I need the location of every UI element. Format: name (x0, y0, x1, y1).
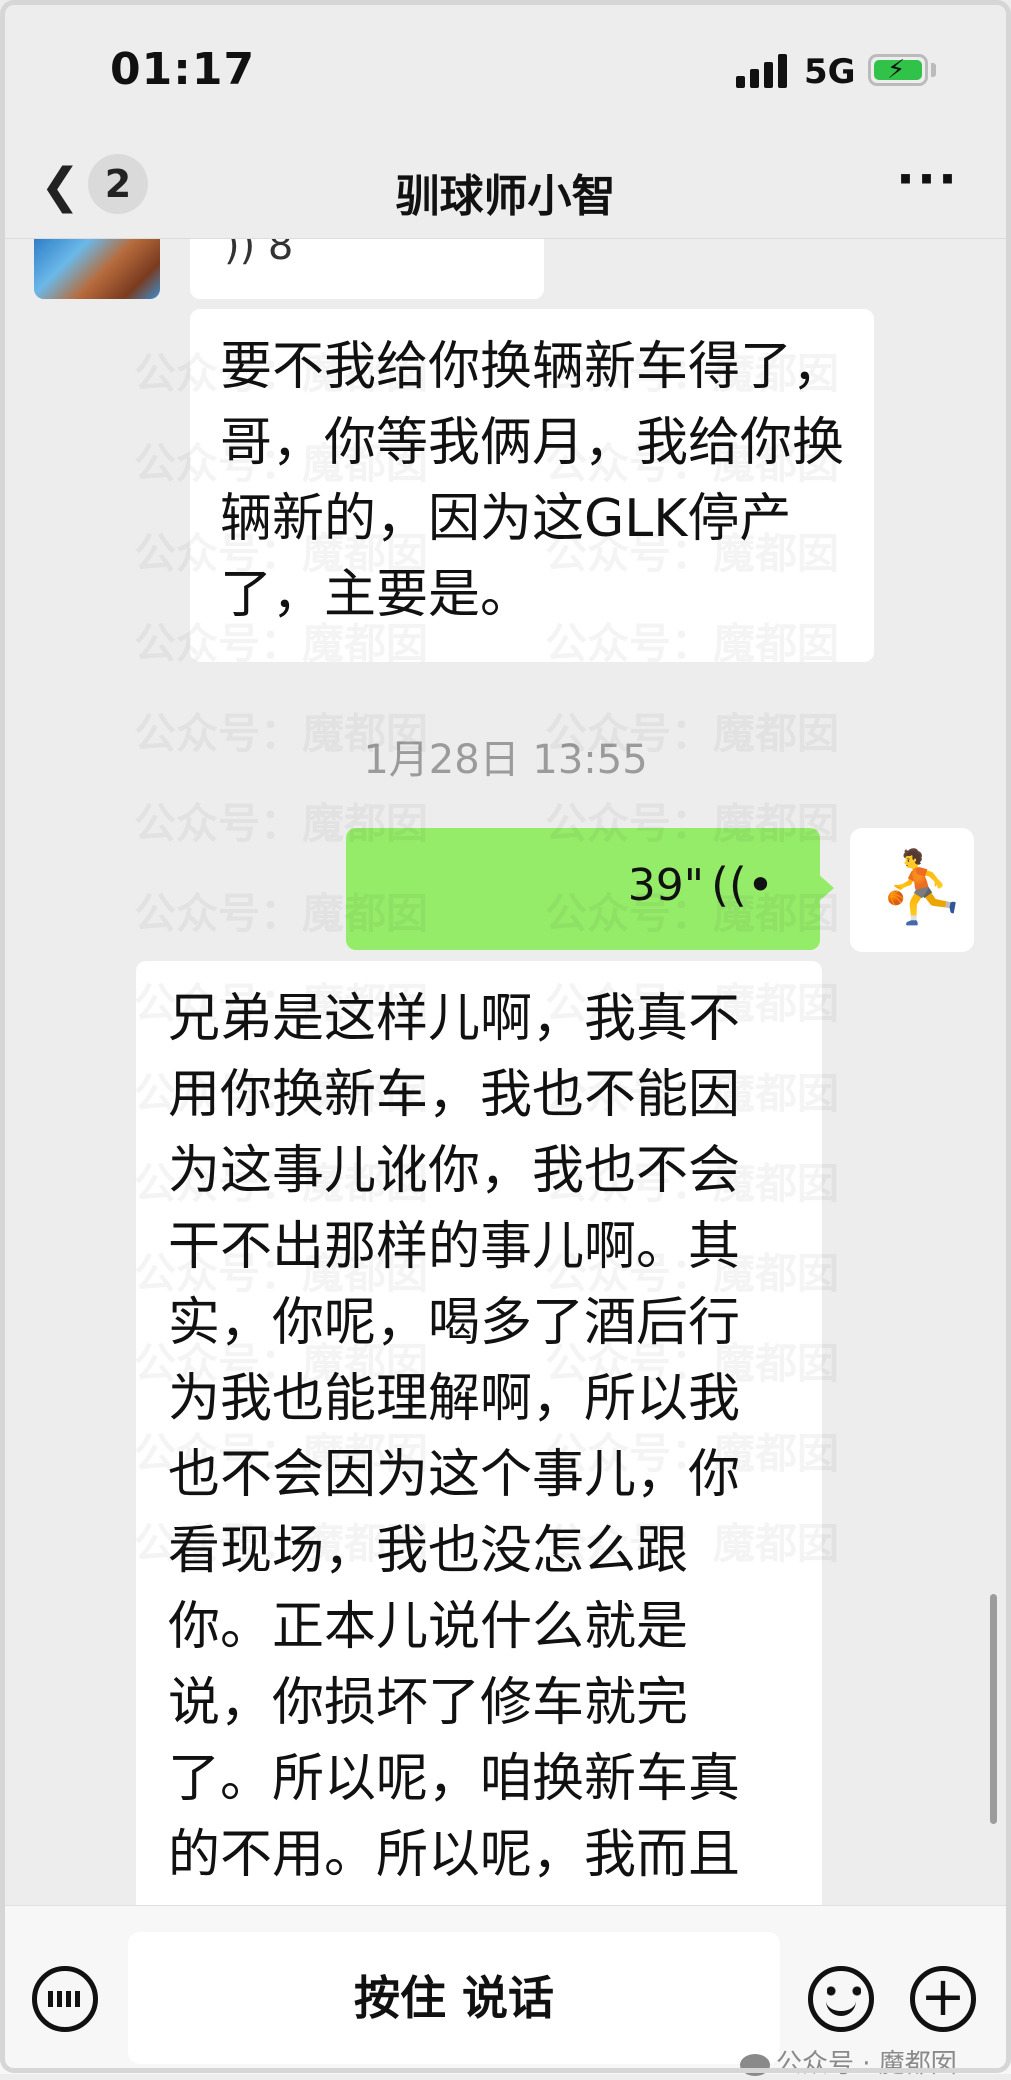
hold-to-talk-button[interactable]: 按住 说话 (128, 1932, 780, 2064)
signal-icon (736, 54, 788, 88)
source-watermark: 公众号 · 魔都囡 (740, 2043, 957, 2080)
wechat-icon (740, 2053, 770, 2076)
scrollbar[interactable] (990, 1594, 997, 1824)
received-message-1[interactable]: 要不我给你换辆新车得了，哥，你等我俩月，我给你换辆新的，因为这GLK停产了，主要… (190, 309, 874, 662)
emoji-icon[interactable] (808, 1966, 874, 2032)
voice-message-bubble-sent[interactable]: 39" ((• (346, 828, 834, 950)
chat-header: ❮ 2 驯球师小智 ··· (0, 140, 1011, 239)
chat-title: 驯球师小智 (395, 171, 616, 222)
network-type: 5G (804, 52, 856, 92)
add-attachment-icon[interactable]: + (910, 1966, 976, 2032)
status-bar: 01:17 5G ⚡ (0, 0, 1011, 140)
voice-duration: 39" (627, 860, 704, 911)
status-time: 01:17 (110, 44, 256, 95)
more-options-icon[interactable]: ··· (896, 150, 959, 208)
my-avatar[interactable]: ⛹ (850, 828, 974, 952)
source-watermark-text: 公众号 · 魔都囡 (776, 2049, 957, 2079)
jumpman-logo-icon: ⛹ (878, 846, 966, 928)
keyboard-toggle-icon[interactable] (32, 1966, 98, 2032)
received-message-2[interactable]: 兄弟是这样儿啊，我真不用你换新车，我也不能因为这事儿讹你，我也不会干不出那样的事… (136, 961, 822, 1905)
message-timestamp: 1月28日 13:55 (363, 737, 648, 783)
battery-tip (931, 63, 936, 77)
voice-wave-icon: )) 8 (224, 239, 294, 269)
voice-message-bubble-received[interactable]: )) 8 (190, 239, 544, 299)
battery-icon: ⚡ (868, 54, 928, 86)
voice-wave-icon: ((• (710, 858, 774, 912)
message-list[interactable]: )) 8 要不我给你换辆新车得了，哥，你等我俩月，我给你换辆新的，因为这GLK停… (0, 239, 1011, 1905)
bubble-tail (818, 874, 834, 902)
contact-avatar[interactable] (34, 239, 160, 299)
